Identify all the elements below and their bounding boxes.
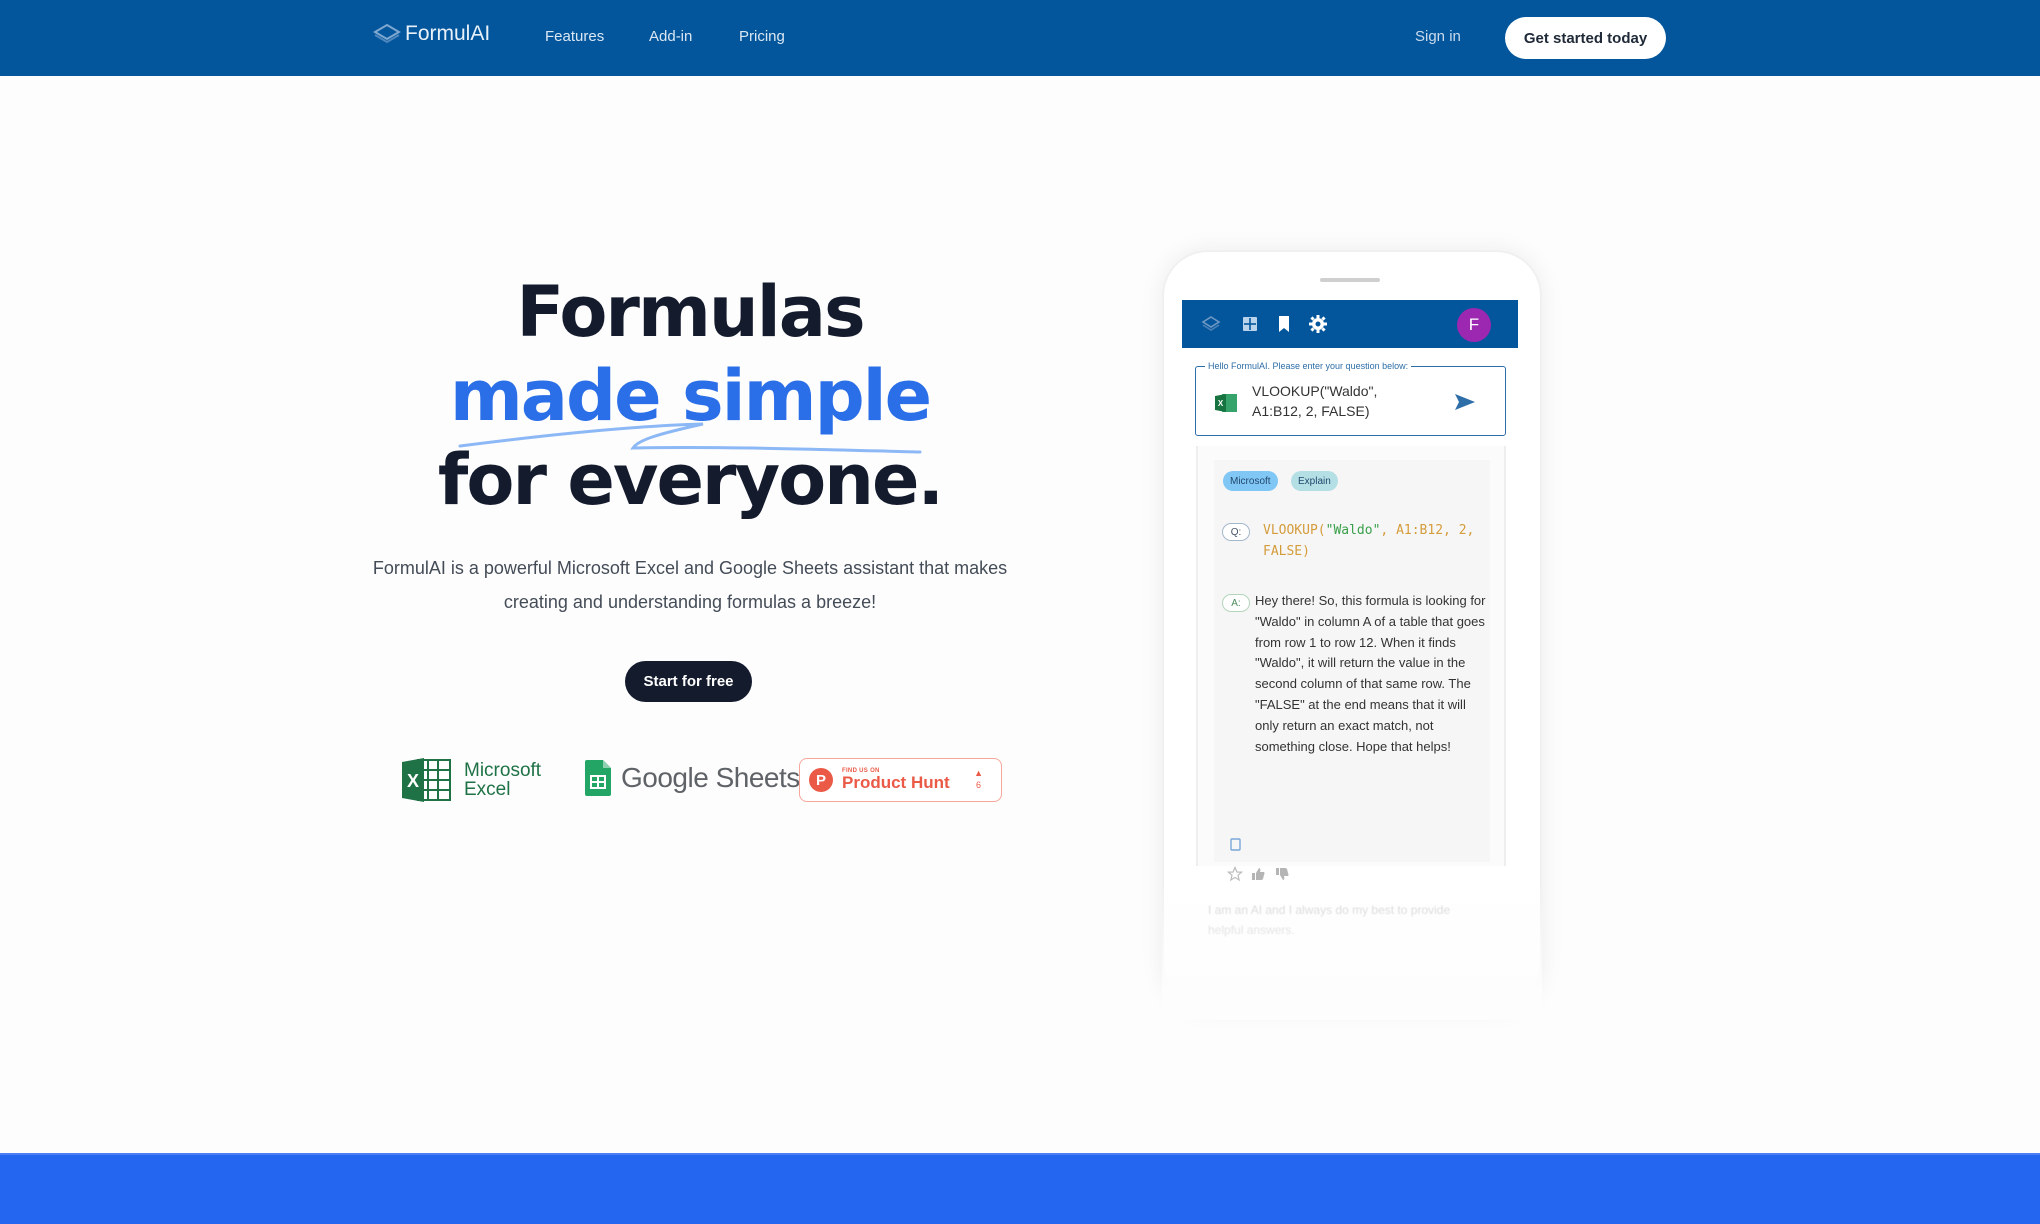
excel-small-icon: X [1215,394,1237,412]
formulai-logo-icon [373,23,401,44]
bookmark-icon[interactable] [1274,314,1294,334]
product-hunt-icon: P [809,768,833,792]
question-formula: VLOOKUP("Waldo", A1:B12, 2, FALSE) [1263,520,1483,562]
hero-description: FormulAI is a powerful Microsoft Excel a… [372,558,1008,612]
brand-logo-link[interactable]: FormulAI [373,22,490,46]
answer-badge: A: [1222,594,1250,612]
question-input-value[interactable]: VLOOKUP("Waldo", A1:B12, 2, FALSE) [1252,381,1422,421]
chip-explain[interactable]: Explain [1291,471,1338,491]
grid-icon[interactable] [1240,314,1260,334]
nav-add-in[interactable]: Add-in [649,28,692,45]
product-hunt-votes: ▲ 6 [974,767,983,791]
answer-text: Hey there! So, this formula is looking f… [1255,593,1486,754]
send-icon[interactable] [1453,392,1477,412]
user-avatar[interactable]: F [1457,308,1491,342]
top-navbar: FormulAI Features Add-in Pricing Sign in… [0,0,2040,76]
question-badge: Q: [1222,523,1250,541]
formula-function: VLOOKUP( [1263,523,1326,538]
excel-logo-line1: Microsoft [464,760,542,781]
get-started-button[interactable]: Get started today [1505,17,1666,59]
phone-speaker [1320,278,1380,282]
excel-logo-line2: Excel [464,779,511,800]
vote-count: 6 [976,780,982,790]
product-hunt-badge[interactable]: P FIND US ON Product Hunt ▲ 6 [799,758,1002,802]
question-input-label: Hello FormulAI. Please enter your questi… [1205,361,1412,371]
upvote-triangle-icon: ▲ [974,768,983,778]
svg-text:X: X [1218,399,1224,408]
nav-features[interactable]: Features [545,28,604,45]
copy-icon[interactable] [1230,838,1241,851]
start-for-free-button[interactable]: Start for free [625,661,752,702]
svg-text:X: X [407,771,419,791]
excel-icon: X [402,758,451,802]
chip-microsoft[interactable]: Microsoft [1223,471,1278,491]
hero-title: Formulas made simple for everyone. [380,270,1000,522]
gear-icon[interactable] [1308,314,1328,334]
phone-fade-overlay [1162,880,1542,1020]
hero-title-line1: Formulas [516,271,865,353]
google-sheets-icon [585,760,611,796]
nav-pricing[interactable]: Pricing [739,28,785,45]
google-sheets-label: Google Sheets [621,762,800,793]
google-sheets-logo: Google Sheets [585,760,800,796]
formula-string-arg: "Waldo" [1325,523,1381,538]
sign-in-link[interactable]: Sign in [1415,28,1461,45]
brand-name: FormulAI [405,22,491,45]
logo-icon[interactable] [1201,314,1221,334]
product-hunt-label: Product Hunt [842,773,950,792]
microsoft-excel-logo: X Microsoft Excel [400,756,541,804]
next-section-band [0,1153,2040,1224]
underline-swoosh-decoration [458,422,922,454]
